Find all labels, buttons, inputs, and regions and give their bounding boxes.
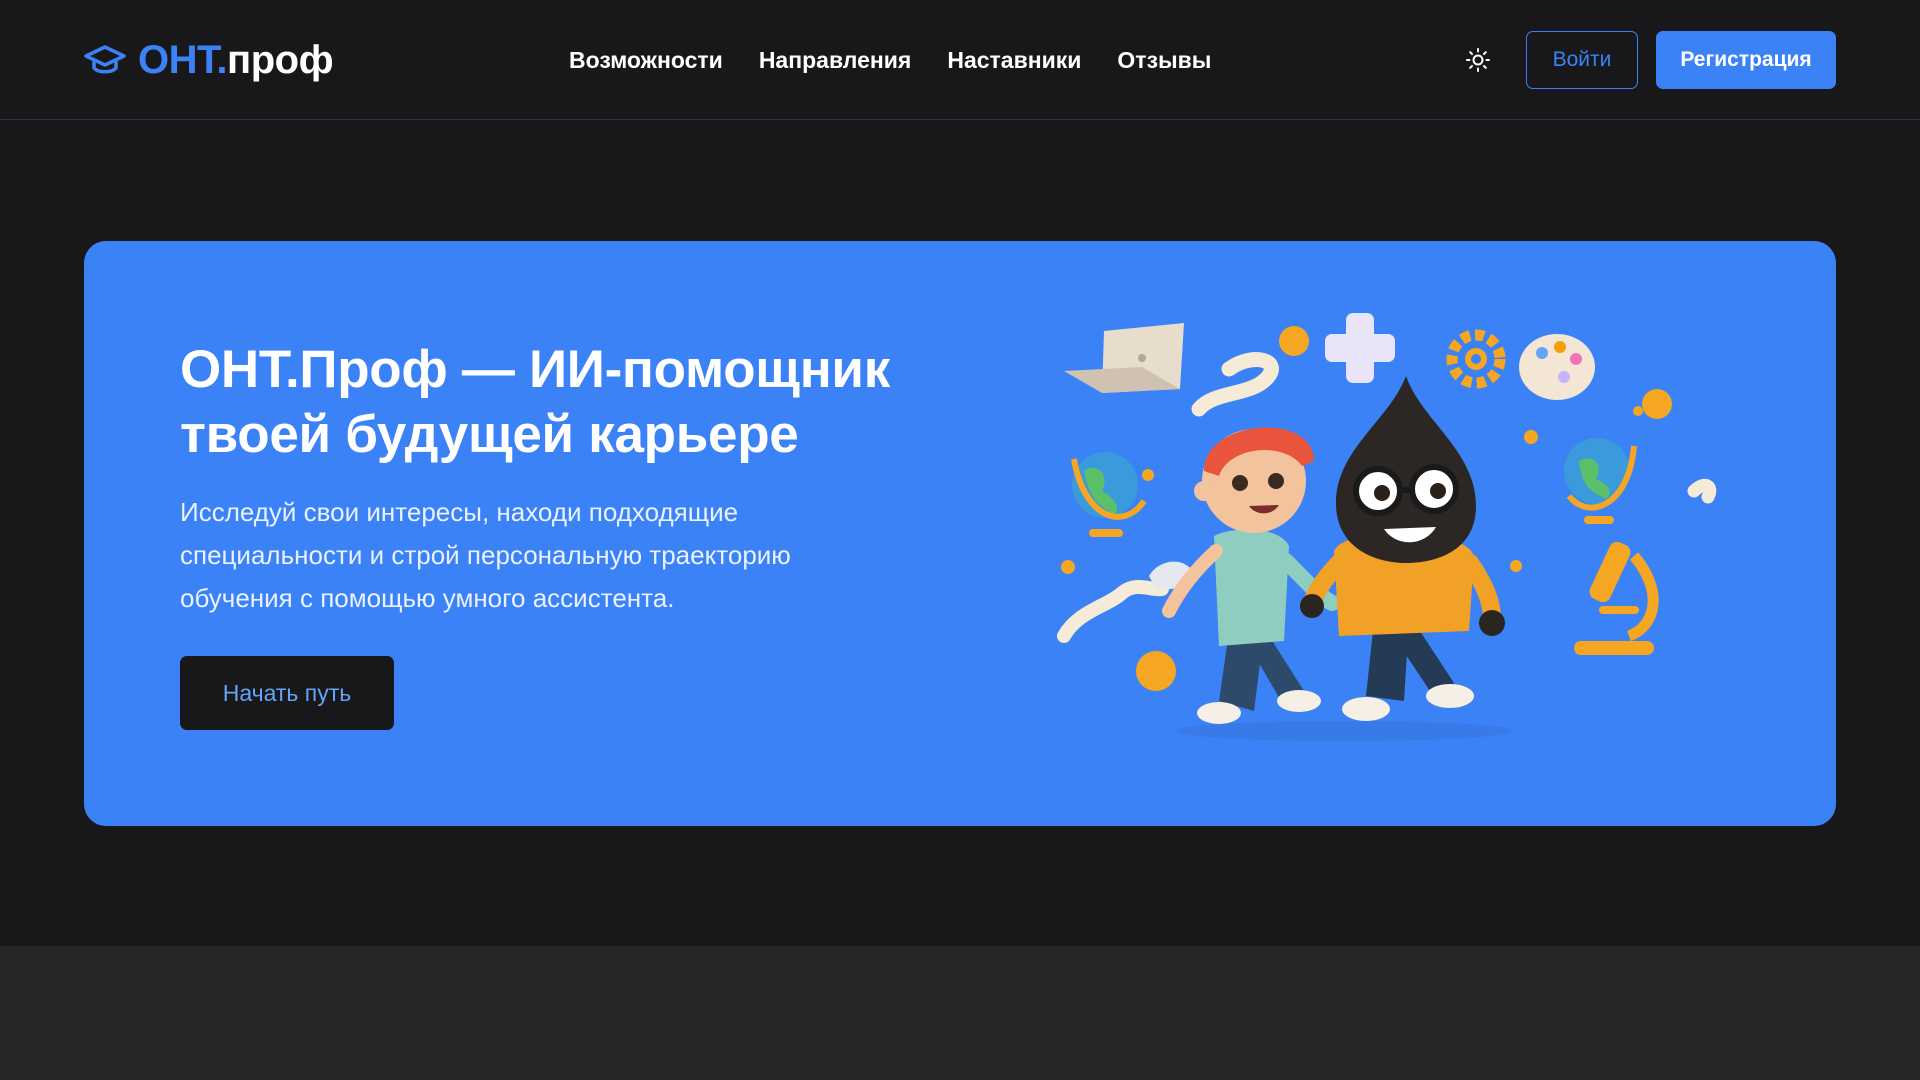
logo-link[interactable]: ОНТ.проф [84, 38, 334, 82]
palette-icon [1519, 334, 1595, 400]
squiggle-shape [1057, 579, 1169, 643]
gear-icon [1446, 329, 1506, 389]
globe-icon [1564, 438, 1637, 524]
globe-icon [1071, 452, 1147, 537]
plus-icon [1325, 313, 1395, 383]
ball-shape [1279, 326, 1309, 356]
hero-title-line-1: ОНТ.Проф — ИИ-помощник [180, 340, 890, 399]
ball-shape [1061, 560, 1075, 574]
nav-link-features[interactable]: Возможности [569, 40, 723, 80]
register-button[interactable]: Регистрация [1656, 31, 1836, 89]
logo-text: ОНТ.проф [138, 38, 334, 82]
hero-subtitle: Исследуй свои интересы, находи подходящи… [180, 491, 880, 620]
ball-shape [1136, 651, 1176, 691]
hero-subtitle-line-3: обучения с помощью умного ассистента. [180, 583, 675, 613]
sun-icon [1466, 48, 1490, 72]
hero-title: ОНТ.Проф — ИИ-помощник твоей будущей кар… [180, 337, 980, 467]
logo-rest: проф [227, 38, 334, 82]
next-section-band [0, 946, 1920, 1080]
laptop-icon [1064, 323, 1184, 393]
main-nav: Возможности Направления Наставники Отзыв… [569, 40, 1211, 80]
site-header: ОНТ.проф Возможности Направления Наставн… [0, 0, 1920, 120]
ball-shape [1524, 430, 1538, 444]
graduation-cap-icon [84, 45, 126, 74]
hero-banner: ОНТ.Проф — ИИ-помощник твоей будущей кар… [84, 241, 1836, 826]
squiggle-shape [1191, 352, 1279, 417]
start-journey-button[interactable]: Начать путь [180, 656, 394, 730]
nav-link-mentors[interactable]: Наставники [947, 40, 1081, 80]
boy-character [1162, 427, 1340, 724]
ball-shape [1510, 560, 1522, 572]
ground-shadow [1174, 721, 1514, 741]
login-button[interactable]: Войти [1526, 31, 1638, 89]
hero-title-line-2: твоей будущей карьере [180, 405, 799, 464]
hero-subtitle-line-2: специальности и строй персональную траек… [180, 540, 791, 570]
ball-shape [1142, 469, 1154, 481]
nav-link-reviews[interactable]: Отзывы [1117, 40, 1211, 80]
ball-shape [1633, 406, 1643, 416]
microscope-icon [1574, 541, 1659, 655]
theme-toggle-button[interactable] [1462, 44, 1494, 76]
squiggle-shape [1687, 478, 1717, 504]
nav-link-directions[interactable]: Направления [759, 40, 912, 80]
logo-accent: ОНТ. [138, 38, 228, 82]
drop-mascot-character [1300, 376, 1505, 721]
kids-career-illustration [1057, 313, 1717, 741]
ball-shape [1642, 389, 1672, 419]
hero-subtitle-line-1: Исследуй свои интересы, находи подходящи… [180, 497, 739, 527]
